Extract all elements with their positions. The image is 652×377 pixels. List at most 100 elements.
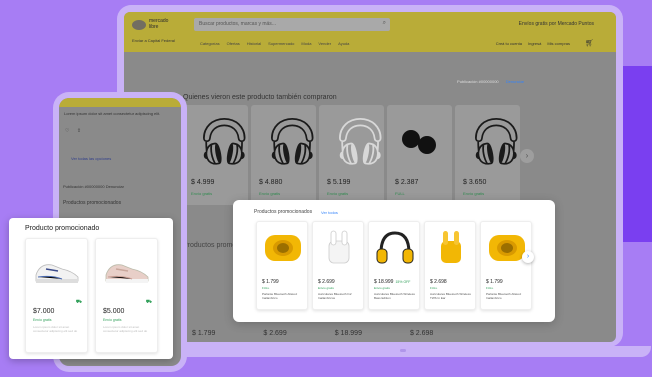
product-name: Auriculares Bluetooth Wireless Bass Edit… bbox=[374, 292, 415, 300]
promo-card-title: Producto promocionado bbox=[25, 225, 100, 232]
yellow-earbuds-image bbox=[441, 231, 461, 263]
yellow-headphones-image bbox=[376, 231, 414, 264]
shipping-label: FULL bbox=[430, 286, 438, 290]
nav-item-historial[interactable]: Historial bbox=[247, 41, 261, 46]
shipping-label: Envío gratis bbox=[33, 318, 52, 322]
background-accent-block bbox=[622, 66, 652, 242]
phone-header bbox=[59, 98, 181, 107]
product-price: $ 2.699 bbox=[263, 330, 287, 337]
earbuds-icon bbox=[399, 113, 439, 169]
login-link[interactable]: Ingresá bbox=[528, 41, 541, 46]
sneaker-white-image bbox=[35, 264, 79, 283]
location-selector[interactable]: Enviar a Capital Federal bbox=[132, 38, 175, 43]
product-card[interactable]: $ 18.999 15% OFF Envío gratis Auriculares… bbox=[368, 221, 420, 310]
shipping-label: Envío gratis bbox=[318, 286, 334, 290]
product-price: $7.000 bbox=[33, 308, 55, 315]
product-name: Parlante Bluetooth Altavoz Inalámbrico bbox=[262, 292, 298, 300]
promoted-product-card: Producto promocionado ⛟ $7.000 Envío gra… bbox=[9, 218, 173, 359]
product-price: $ 2.698 bbox=[430, 279, 447, 285]
headphones-icon: 🎧︎ bbox=[331, 115, 390, 167]
promo-banner[interactable]: Envíos gratis por Mercado Puntos bbox=[519, 21, 594, 27]
create-account-link[interactable]: Creá tu cuenta bbox=[496, 41, 522, 46]
share-icon[interactable]: ⇪ bbox=[77, 128, 81, 134]
laptop-notch bbox=[400, 349, 406, 352]
product-price: $ 5.199 bbox=[327, 179, 351, 186]
shipping-label: Envío gratis bbox=[103, 318, 122, 322]
product-price: $ 18.999 15% OFF bbox=[374, 279, 410, 285]
product-card[interactable]: $ 2.698 FULL Auriculares Bluetooth Wirel… bbox=[424, 221, 476, 310]
shipping-label: Envío gratis bbox=[463, 191, 485, 196]
mercadolibre-header: mercado libre Buscar productos, marcas y… bbox=[124, 12, 616, 52]
search-icon[interactable]: ⌕ bbox=[383, 20, 386, 27]
sneaker-pink-image bbox=[105, 264, 149, 283]
chevron-right-icon[interactable]: › bbox=[522, 251, 534, 263]
product-card[interactable]: 🎧︎ $ 5.199 Envío gratis bbox=[319, 105, 390, 205]
heart-icon[interactable]: ♡ bbox=[65, 128, 69, 134]
phone-options-link[interactable]: Ver todas las opciones bbox=[71, 156, 111, 161]
product-price: $ 18.999 bbox=[334, 330, 362, 337]
nav-item-supermercado[interactable]: Supermercado bbox=[268, 41, 294, 46]
account-links: Creá tu cuenta Ingresá Mis compras bbox=[496, 41, 570, 46]
shipping-label: FULL bbox=[262, 286, 270, 290]
cart-icon[interactable]: 🛒︎ bbox=[585, 39, 594, 47]
product-name: Auriculares Bluetooth Wireless TWS In Ea… bbox=[430, 292, 471, 300]
product-card[interactable]: 🎧︎ $ 4.880 Envío gratis bbox=[251, 105, 322, 205]
product-card[interactable]: ⛟ $7.000 Envío gratis Lorem ipsum dolor … bbox=[25, 238, 88, 353]
search-input[interactable]: Buscar productos, marcas y más... ⌕ bbox=[194, 18, 390, 31]
nav-item-ofertas[interactable]: Ofertas bbox=[227, 41, 240, 46]
my-purchases-link[interactable]: Mis compras bbox=[547, 41, 570, 46]
product-name: Parlante Bluetooth Altavoz Inalámbrico bbox=[486, 292, 522, 300]
see-all-link[interactable]: Ver todos bbox=[321, 210, 338, 215]
section-title: Quienes vieron este producto también com… bbox=[183, 94, 337, 101]
product-price: $ 3.650 bbox=[463, 179, 487, 186]
shipping-label: Envío gratis bbox=[191, 191, 213, 196]
product-price: $ 1.799 bbox=[262, 279, 279, 285]
headphones-icon: 🎧︎ bbox=[467, 115, 526, 167]
headphones-icon: 🎧︎ bbox=[263, 115, 322, 167]
phone-publication: Publicación #00000000 Denunciar bbox=[63, 184, 124, 189]
product-price: $ 2.699 bbox=[318, 279, 335, 285]
phone-promo-title: Productos promocionados bbox=[63, 200, 122, 206]
header-nav: Categorías Ofertas Historial Supermercad… bbox=[200, 41, 349, 46]
phone-description: Lorem ipsum dolor sit amet consectetur a… bbox=[64, 111, 161, 116]
product-price: $ 2.698 bbox=[409, 330, 434, 337]
product-card[interactable]: $ 2.699 Envío gratis Auriculares Bluetoo… bbox=[312, 221, 364, 310]
mercadolibre-logo-icon[interactable] bbox=[132, 20, 146, 30]
nav-item-categorias[interactable]: Categorías bbox=[200, 41, 220, 46]
search-placeholder: Buscar productos, marcas y más... bbox=[199, 21, 276, 27]
product-price: $ 2.387 bbox=[395, 179, 419, 186]
product-price: $ 4.999 bbox=[191, 179, 215, 186]
product-price: $ 4.880 bbox=[259, 179, 283, 186]
report-link[interactable]: Denunciar bbox=[506, 79, 524, 84]
product-name: Auriculares Bluetooth I12 Inalámbricos bbox=[318, 292, 352, 300]
full-shipping-icon: ⛟ bbox=[75, 299, 82, 305]
product-card[interactable]: 🎧︎ $ 3.650 Envío gratis bbox=[455, 105, 526, 205]
phone-icon-row: ♡ ⇪ bbox=[65, 128, 81, 134]
nav-item-vender[interactable]: Vender bbox=[318, 41, 331, 46]
shipping-label: Envío gratis bbox=[259, 191, 281, 196]
recommended-products-row: 🎧︎ $ 4.999 Envío gratis 🎧︎ $ 4.880 Envío… bbox=[183, 105, 526, 205]
logo-text: mercado libre bbox=[149, 18, 169, 30]
publication-number: Publicación #00000000 bbox=[457, 79, 499, 84]
laptop-base bbox=[155, 346, 651, 357]
product-card[interactable]: ⛟ $5.000 Envío gratis Lorem ipsum dolor … bbox=[95, 238, 158, 353]
product-price: $5.000 bbox=[103, 308, 125, 315]
bottom-price-row: $ 1.799 $ 2.699 $ 18.999 $ 2.698 bbox=[192, 330, 433, 337]
promos-card-title: Productos promocionados bbox=[254, 209, 313, 215]
product-description: Lorem ipsum dolor sit amet consectetur a… bbox=[103, 325, 148, 333]
yellow-speaker-image bbox=[489, 235, 525, 261]
product-description: Lorem ipsum dolor sit amet consectetur a… bbox=[33, 325, 78, 333]
shipping-label: FULL bbox=[395, 191, 405, 196]
promoted-products-card: Productos promocionados Ver todos $ 1.79… bbox=[233, 200, 555, 322]
discount-badge: 15% OFF bbox=[395, 280, 411, 284]
nav-item-ayuda[interactable]: Ayuda bbox=[338, 41, 349, 46]
nav-item-moda[interactable]: Moda bbox=[301, 41, 311, 46]
yellow-speaker-image bbox=[265, 235, 301, 261]
product-card[interactable]: $ 1.799 FULL Parlante Bluetooth Altavoz … bbox=[480, 221, 532, 310]
product-card[interactable]: $ 2.387 FULL bbox=[387, 105, 452, 205]
product-card[interactable]: 🎧︎ $ 4.999 Envío gratis bbox=[183, 105, 254, 205]
product-card[interactable]: $ 1.799 FULL Parlante Bluetooth Altavoz … bbox=[256, 221, 308, 310]
chevron-right-icon[interactable]: › bbox=[520, 149, 534, 163]
shipping-label: FULL bbox=[486, 286, 494, 290]
headphones-icon: 🎧︎ bbox=[195, 115, 254, 167]
